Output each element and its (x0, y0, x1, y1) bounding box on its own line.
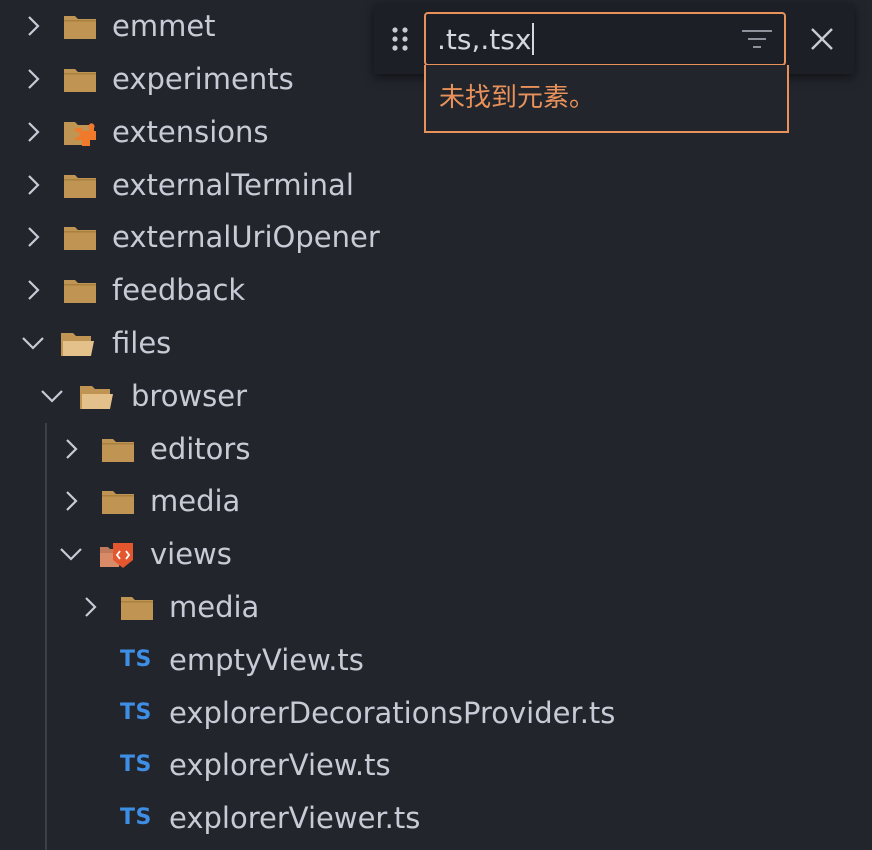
no-results-text: 未找到元素。 (439, 83, 596, 113)
folder-icon (64, 280, 96, 303)
indent-guide (45, 423, 47, 850)
extensions-folder-icon (64, 122, 96, 146)
tree-item-explorerviewer-ts[interactable]: TS explorerViewer.ts (0, 792, 872, 844)
chevron-down-icon[interactable] (20, 330, 46, 356)
chevron-right-icon[interactable] (20, 172, 46, 198)
tree-item-label: explorerViewer.ts (169, 801, 421, 835)
folder-icon (64, 175, 96, 198)
chevron-right-icon[interactable] (77, 594, 103, 620)
tree-item-browser[interactable]: browser (0, 370, 872, 422)
tree-find-widget: .ts,.tsx (374, 4, 854, 74)
tree-item-emptyview-ts[interactable]: TS emptyView.ts (0, 634, 872, 686)
tree-item-label: files (112, 326, 172, 360)
tree-item-explorerview-ts[interactable]: TS explorerView.ts (0, 739, 872, 791)
tree-item-label: editors (150, 432, 251, 466)
views-folder-icon (100, 543, 133, 568)
folder-icon (64, 69, 96, 92)
tree-item-label: browser (131, 379, 248, 413)
folder-icon (102, 491, 134, 514)
tree-item-editors[interactable]: editors (0, 423, 872, 475)
tree-item-explorerdecorationsprovider-ts[interactable]: TS explorerDecorationsProvider.ts (0, 687, 872, 739)
tree-item-media-nested[interactable]: media (0, 581, 872, 633)
chevron-right-icon[interactable] (58, 488, 84, 514)
tree-item-label: media (169, 590, 260, 624)
tree-item-label: emptyView.ts (169, 643, 364, 677)
tree-item-label: externalUriOpener (112, 220, 380, 254)
chevron-right-icon[interactable] (20, 277, 46, 303)
tree-item-label: media (150, 484, 241, 518)
find-result-message: 未找到元素。 (424, 65, 789, 133)
folder-icon (64, 16, 96, 39)
chevron-right-icon[interactable] (58, 436, 84, 462)
tree-item-label: experiments (112, 62, 294, 96)
find-input[interactable]: .ts,.tsx (424, 12, 786, 66)
tree-item-label: views (150, 537, 232, 571)
tree-item-label: feedback (112, 273, 246, 307)
filter-icon[interactable] (740, 24, 774, 54)
chevron-right-icon[interactable] (20, 66, 46, 92)
typescript-file-icon: TS (120, 700, 152, 725)
tree-item-views[interactable]: views (0, 528, 872, 580)
tree-item-label: emmet (112, 9, 216, 43)
folder-open-icon (61, 333, 94, 356)
text-caret (532, 23, 535, 55)
tree-item-media[interactable]: media (0, 475, 872, 527)
folder-icon (102, 439, 134, 462)
typescript-file-icon: TS (120, 805, 152, 830)
close-icon[interactable] (807, 24, 837, 54)
tree-item-label: explorerView.ts (169, 748, 391, 782)
drag-handle-icon[interactable] (390, 25, 410, 53)
tree-item-files[interactable]: files (0, 317, 872, 369)
tree-item-feedback[interactable]: feedback (0, 264, 872, 316)
tree-item-externalterminal[interactable]: externalTerminal (0, 159, 872, 211)
chevron-right-icon[interactable] (20, 13, 46, 39)
typescript-file-icon: TS (120, 752, 152, 777)
chevron-down-icon[interactable] (58, 541, 84, 567)
chevron-right-icon[interactable] (20, 224, 46, 250)
folder-icon (121, 597, 153, 620)
tree-item-externaluriopener[interactable]: externalUriOpener (0, 211, 872, 263)
chevron-down-icon[interactable] (39, 383, 65, 409)
typescript-file-icon: TS (120, 647, 152, 672)
folder-icon (64, 227, 96, 250)
tree-item-label: extensions (112, 115, 269, 149)
tree-item-label: explorerDecorationsProvider.ts (169, 696, 616, 730)
chevron-right-icon[interactable] (20, 119, 46, 145)
folder-open-icon (80, 386, 113, 409)
find-input-value[interactable]: .ts,.tsx (437, 14, 535, 64)
tree-item-label: externalTerminal (112, 168, 354, 202)
